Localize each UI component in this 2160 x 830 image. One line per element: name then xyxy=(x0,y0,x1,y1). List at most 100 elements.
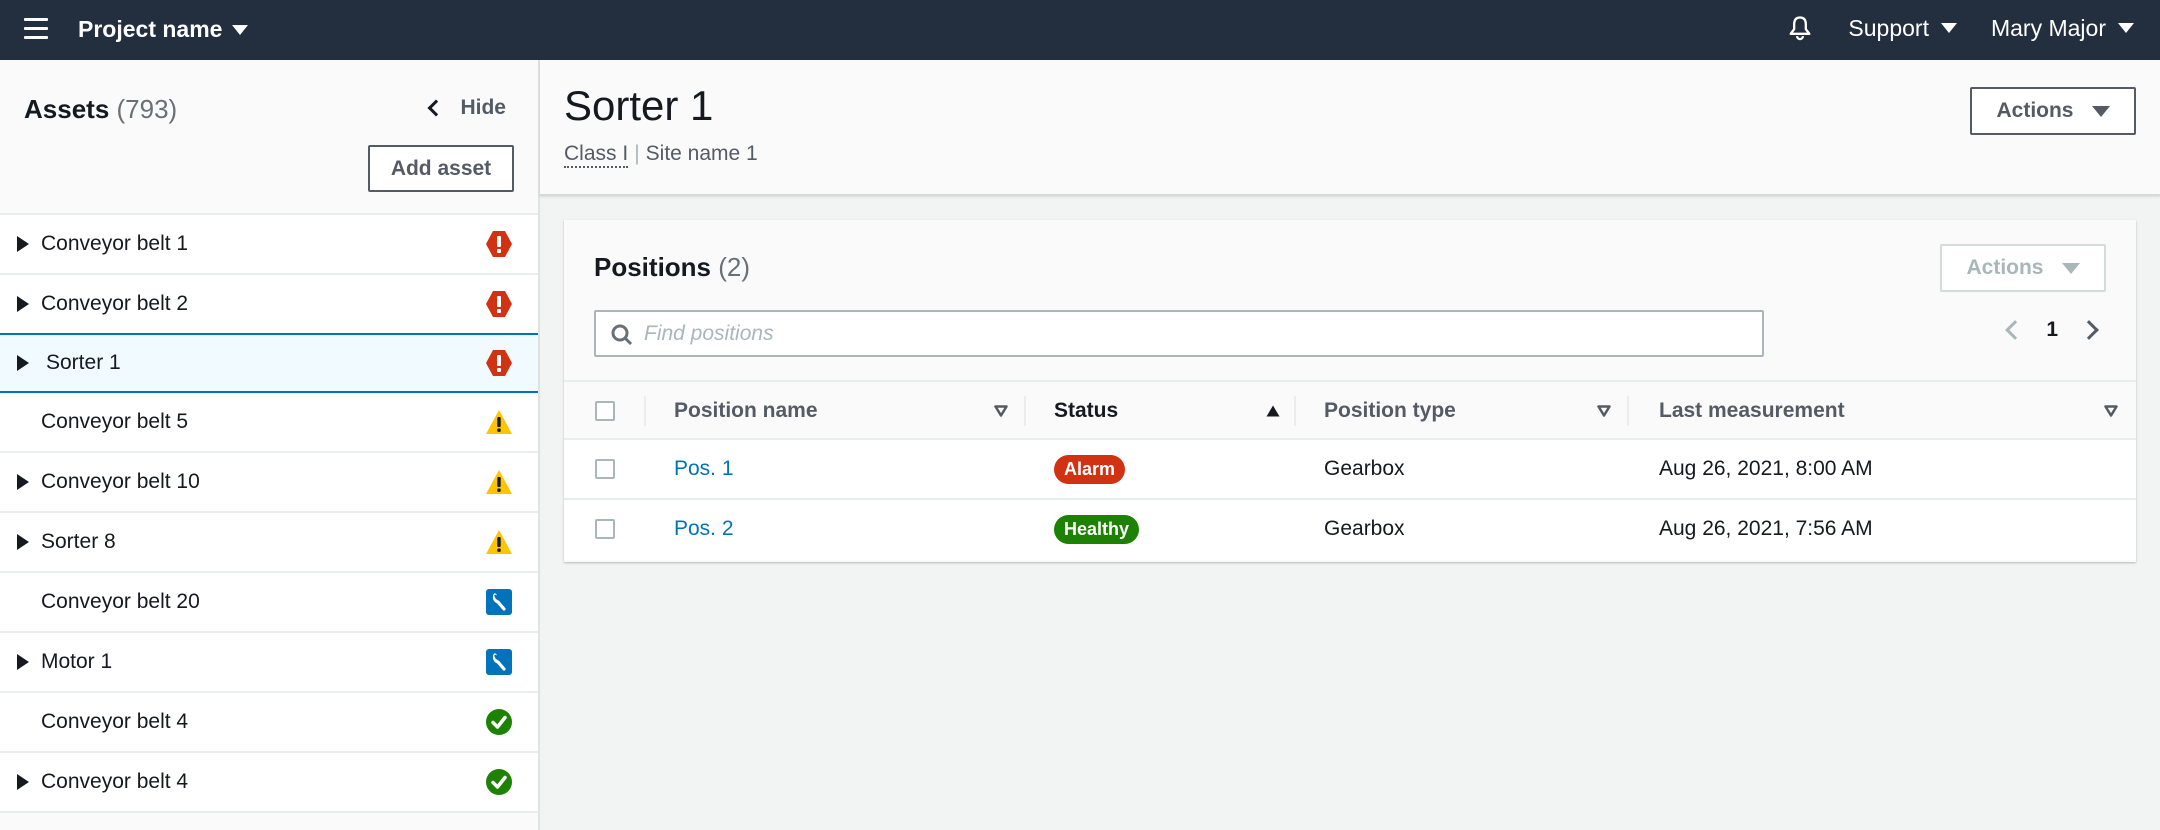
asset-tree-item[interactable]: Conveyor belt 4 xyxy=(0,693,538,753)
user-name: Mary Major xyxy=(1990,14,2106,41)
positions-actions-button[interactable]: Actions xyxy=(1940,244,2106,292)
user-menu[interactable]: Mary Major xyxy=(1991,15,2134,42)
status-cell: Healthy xyxy=(1054,500,1140,558)
last-measurement: Aug 26, 2021, 7:56 AM xyxy=(1659,517,1873,540)
asset-tree: Conveyor belt 1 Conveyor belt 2 Sorter 1 Co… xyxy=(0,215,538,813)
positions-title: Positions xyxy=(594,252,712,282)
column-header-status[interactable]: Status xyxy=(1026,382,1296,440)
last-measurement: Aug 26, 2021, 8:00 AM xyxy=(1659,457,1873,480)
column-label: Status xyxy=(1054,399,1119,422)
next-page-icon[interactable] xyxy=(2079,320,2099,340)
row-select-cell xyxy=(564,500,646,558)
wrench-icon xyxy=(485,648,513,676)
last-measurement-cell: Aug 26, 2021, 8:00 AM xyxy=(1659,440,1873,498)
expand-caret-icon[interactable] xyxy=(17,236,29,252)
hide-label: Hide xyxy=(460,96,506,119)
sort-unsorted-icon xyxy=(2104,405,2118,417)
select-all-checkbox[interactable] xyxy=(595,401,615,421)
column-header-position-name[interactable]: Position name xyxy=(646,382,1026,440)
position-type-cell: Gearbox xyxy=(1324,440,1405,498)
position-link[interactable]: Pos. 2 xyxy=(674,517,734,541)
positions-panel: Positions (2) Actions 1 Position name xyxy=(564,220,2136,562)
actions-label: Actions xyxy=(1996,99,2074,122)
assets-heading: Assets (793) xyxy=(24,94,177,125)
current-page[interactable]: 1 xyxy=(2046,318,2058,342)
expand-caret-icon[interactable] xyxy=(17,654,29,670)
asset-tree-item[interactable]: Conveyor belt 10 xyxy=(0,453,538,513)
wrench-icon xyxy=(485,588,513,616)
assets-title: Assets xyxy=(24,94,110,124)
position-type-cell: Gearbox xyxy=(1324,500,1405,558)
caret-down-icon xyxy=(2118,23,2134,33)
expand-caret-icon[interactable] xyxy=(17,774,29,790)
column-header-position-type[interactable]: Position type xyxy=(1296,382,1629,440)
asset-tree-item[interactable]: Motor 1 xyxy=(0,633,538,693)
column-header-last-measurement[interactable]: Last measurement xyxy=(1629,382,2136,440)
sort-ascending-icon xyxy=(1266,405,1280,417)
subtitle-separator: | xyxy=(634,142,640,165)
position-type: Gearbox xyxy=(1324,457,1405,480)
column-label: Position type xyxy=(1324,399,1456,422)
menu-icon[interactable] xyxy=(24,18,48,42)
asset-tree-item[interactable]: Conveyor belt 1 xyxy=(0,215,538,275)
support-label: Support xyxy=(1848,14,1929,41)
expand-caret-icon[interactable] xyxy=(17,296,29,312)
expand-caret-icon[interactable] xyxy=(17,534,29,550)
pagination: 1 xyxy=(2005,318,2099,342)
support-menu[interactable]: Support xyxy=(1848,15,1957,42)
column-label: Position name xyxy=(674,399,818,422)
sort-unsorted-icon xyxy=(994,405,1008,417)
caret-down-icon xyxy=(2091,105,2110,117)
asset-tree-item[interactable]: Sorter 1 xyxy=(0,333,538,393)
positions-search xyxy=(594,310,1764,357)
expand-caret-icon[interactable] xyxy=(17,355,29,371)
asset-tree-item[interactable]: Conveyor belt 4 xyxy=(0,753,538,813)
assets-sidebar: Assets (793) Hide Add asset Conveyor bel… xyxy=(0,60,540,830)
column-label: Last measurement xyxy=(1659,399,1845,422)
asset-tree-item[interactable]: Conveyor belt 2 xyxy=(0,275,538,335)
asset-name: Sorter 1 xyxy=(46,351,121,374)
asset-name: Motor 1 xyxy=(41,650,113,673)
asset-tree-item[interactable]: Conveyor belt 20 xyxy=(0,573,538,633)
add-asset-button[interactable]: Add asset xyxy=(368,145,514,192)
class-label[interactable]: Class I xyxy=(564,142,629,168)
previous-page-icon[interactable] xyxy=(2005,320,2026,340)
top-navigation: Project name Support Mary Major xyxy=(0,0,2160,60)
table-row: Pos. 2 Healthy Gearbox Aug 26, 2021, 7:56 A… xyxy=(564,500,2136,560)
assets-count: (793) xyxy=(116,94,178,124)
search-icon xyxy=(611,324,633,346)
sidebar-header: Assets (793) Hide Add asset xyxy=(0,60,538,215)
asset-name: Conveyor belt 5 xyxy=(41,410,189,433)
status-badge: Healthy xyxy=(1054,514,1140,544)
position-link[interactable]: Pos. 1 xyxy=(674,457,734,481)
notifications-bell-icon[interactable] xyxy=(1786,14,1814,42)
asset-name: Conveyor belt 20 xyxy=(41,590,200,613)
warning-triangle-icon xyxy=(485,528,513,556)
table-body: Pos. 1 Alarm Gearbox Aug 26, 2021, 8:00 AM P… xyxy=(564,440,2136,560)
asset-name: Conveyor belt 4 xyxy=(41,710,189,733)
position-type: Gearbox xyxy=(1324,517,1405,540)
sort-unsorted-icon xyxy=(1597,405,1611,417)
site-name: Site name 1 xyxy=(645,142,758,165)
project-name: Project name xyxy=(78,16,223,42)
asset-tree-item[interactable]: Conveyor belt 5 xyxy=(0,393,538,453)
expand-caret-icon[interactable] xyxy=(17,474,29,490)
status-badge: Alarm xyxy=(1054,454,1126,484)
positions-heading: Positions (2) xyxy=(594,252,750,283)
row-checkbox[interactable] xyxy=(595,519,615,539)
actions-label: Actions xyxy=(1966,256,2044,279)
asset-name: Conveyor belt 10 xyxy=(41,470,200,493)
positions-table: Position name Status Position type Last … xyxy=(564,380,2136,560)
search-input[interactable] xyxy=(596,312,1762,355)
warning-triangle-icon xyxy=(485,408,513,436)
row-select-cell xyxy=(564,440,646,498)
asset-name: Conveyor belt 4 xyxy=(41,770,189,793)
asset-tree-item[interactable]: Sorter 8 xyxy=(0,513,538,573)
alarm-octagon-icon xyxy=(485,230,513,258)
asset-name: Conveyor belt 2 xyxy=(41,292,189,315)
project-selector[interactable]: Project name xyxy=(78,16,249,43)
row-checkbox[interactable] xyxy=(595,459,615,479)
hide-sidebar-button[interactable]: Hide xyxy=(427,96,506,120)
asset-actions-button[interactable]: Actions xyxy=(1970,87,2136,135)
table-row: Pos. 1 Alarm Gearbox Aug 26, 2021, 8:00 AM xyxy=(564,440,2136,500)
